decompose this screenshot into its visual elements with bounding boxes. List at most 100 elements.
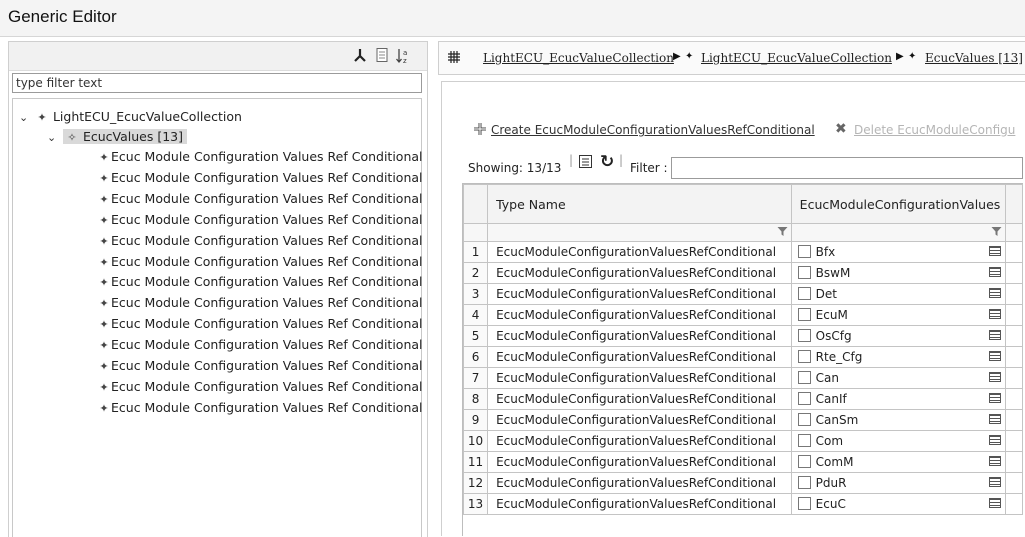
create-plus-icon[interactable] (473, 122, 487, 139)
table-browse-icon[interactable] (988, 498, 1001, 508)
column-header-ecuc-values[interactable]: EcucModuleConfigurationValues (790, 184, 1006, 224)
reference-checkbox-icon[interactable] (797, 245, 811, 258)
module-value-cell[interactable]: EcuC (790, 493, 1006, 515)
table-browse-icon[interactable] (988, 456, 1001, 466)
reference-checkbox-icon[interactable] (797, 455, 811, 468)
module-value-cell[interactable]: OsCfg (790, 325, 1006, 347)
type-name-cell[interactable]: EcucModuleConfigurationValuesRefConditio… (487, 451, 792, 473)
type-name-cell[interactable]: EcucModuleConfigurationValuesRefConditio… (487, 241, 792, 263)
tree-leaf-item[interactable]: ✦ Ecuc Module Configuration Values Ref Co… (97, 377, 422, 397)
table-row[interactable]: 4 EcucModuleConfigurationValuesRefConditi… (463, 304, 1023, 326)
tree-leaf-item[interactable]: ✦ Ecuc Module Configuration Values Ref Co… (97, 252, 422, 272)
table-row[interactable]: 12 EcucModuleConfigurationValuesRefCondit… (463, 472, 1023, 494)
table-row[interactable]: 1 EcucModuleConfigurationValuesRefConditi… (463, 241, 1023, 263)
funnel-icon[interactable] (777, 226, 788, 240)
collapse-tree-icon[interactable] (351, 47, 369, 65)
tree-leaf-item[interactable]: ✦ Ecuc Module Configuration Values Ref Co… (97, 314, 422, 334)
table-row[interactable]: 11 EcucModuleConfigurationValuesRefCondit… (463, 451, 1023, 473)
module-value-cell[interactable]: BswM (790, 262, 1006, 284)
delete-x-icon[interactable]: ✖ (835, 121, 847, 137)
module-value-cell[interactable]: PduR (790, 472, 1006, 494)
table-filter-input[interactable] (672, 158, 1025, 180)
type-name-cell[interactable]: EcucModuleConfigurationValuesRefConditio… (487, 430, 792, 452)
breadcrumb-item-ecucvalues[interactable]: EcucValues [13] (925, 51, 1023, 65)
module-value-cell[interactable]: Rte_Cfg (790, 346, 1006, 368)
breadcrumb-item-collection-2[interactable]: LightECU_EcucValueCollection (701, 51, 892, 65)
type-name-cell[interactable]: EcucModuleConfigurationValuesRefConditio… (487, 325, 792, 347)
tree-leaf-item[interactable]: ✦ Ecuc Module Configuration Values Ref Co… (97, 272, 422, 292)
table-browse-icon[interactable] (988, 435, 1001, 445)
table-browse-icon[interactable] (988, 351, 1001, 361)
type-name-cell[interactable]: EcucModuleConfigurationValuesRefConditio… (487, 409, 792, 431)
refresh-icon[interactable]: ↻ (600, 152, 614, 172)
module-value-cell[interactable]: ComM (790, 451, 1006, 473)
tree-leaf-item[interactable]: ✦ Ecuc Module Configuration Values Ref Co… (97, 356, 422, 376)
table-browse-icon[interactable] (988, 372, 1001, 382)
type-name-cell[interactable]: EcucModuleConfigurationValuesRefConditio… (487, 472, 792, 494)
module-value-cell[interactable]: EcuM (790, 304, 1006, 326)
create-button[interactable]: Create EcucModuleConfigurationValuesRefC… (491, 123, 815, 137)
type-name-cell[interactable]: EcucModuleConfigurationValuesRefConditio… (487, 283, 792, 305)
type-name-cell[interactable]: EcucModuleConfigurationValuesRefConditio… (487, 493, 792, 515)
table-row[interactable]: 9 EcucModuleConfigurationValuesRefConditi… (463, 409, 1023, 431)
table-row[interactable]: 7 EcucModuleConfigurationValuesRefConditi… (463, 367, 1023, 389)
module-value-cell[interactable]: CanSm (790, 409, 1006, 431)
chevron-down-icon[interactable]: ⌄ (19, 108, 31, 128)
column-filter-type-name[interactable] (487, 223, 792, 242)
table-browse-icon[interactable] (988, 414, 1001, 424)
tree-leaf-item[interactable]: ✦ Ecuc Module Configuration Values Ref Co… (97, 398, 422, 418)
reference-checkbox-icon[interactable] (797, 476, 811, 489)
export-icon[interactable] (578, 154, 593, 172)
tree-leaf-item[interactable]: ✦ Ecuc Module Configuration Values Ref Co… (97, 231, 422, 251)
reference-checkbox-icon[interactable] (797, 329, 811, 342)
module-value-cell[interactable]: Com (790, 430, 1006, 452)
type-name-cell[interactable]: EcucModuleConfigurationValuesRefConditio… (487, 262, 792, 284)
tree-leaf-item[interactable]: ✦ Ecuc Module Configuration Values Ref Co… (97, 168, 422, 188)
tree-leaf-item[interactable]: ✦ Ecuc Module Configuration Values Ref Co… (97, 210, 422, 230)
chevron-down-icon[interactable]: ⌄ (47, 128, 59, 148)
reference-checkbox-icon[interactable] (797, 497, 811, 510)
sort-az-icon[interactable]: az (395, 47, 413, 65)
tree-leaf-item[interactable]: ✦ Ecuc Module Configuration Values Ref Co… (97, 147, 422, 167)
reference-checkbox-icon[interactable] (797, 392, 811, 405)
reference-checkbox-icon[interactable] (797, 287, 811, 300)
table-browse-icon[interactable] (988, 288, 1001, 298)
module-value-cell[interactable]: Det (790, 283, 1006, 305)
breadcrumb-item-collection[interactable]: LightECU_EcucValueCollection (483, 51, 674, 65)
module-value-cell[interactable]: Can (790, 367, 1006, 389)
table-row[interactable]: 13 EcucModuleConfigurationValuesRefCondit… (463, 493, 1023, 515)
column-header-type-name[interactable]: Type Name (487, 184, 792, 224)
table-browse-icon[interactable] (988, 393, 1001, 403)
table-browse-icon[interactable] (988, 330, 1001, 340)
type-name-cell[interactable]: EcucModuleConfigurationValuesRefConditio… (487, 388, 792, 410)
tree-node-root[interactable]: ⌄ ✦ LightECU_EcucValueCollection (19, 107, 242, 127)
type-name-cell[interactable]: EcucModuleConfigurationValuesRefConditio… (487, 304, 792, 326)
table-row[interactable]: 8 EcucModuleConfigurationValuesRefConditi… (463, 388, 1023, 410)
table-row[interactable]: 2 EcucModuleConfigurationValuesRefConditi… (463, 262, 1023, 284)
reference-checkbox-icon[interactable] (797, 308, 811, 321)
delete-button[interactable]: Delete EcucModuleConfigu (854, 123, 1015, 137)
table-row[interactable]: 3 EcucModuleConfigurationValuesRefConditi… (463, 283, 1023, 305)
tree-leaf-item[interactable]: ✦ Ecuc Module Configuration Values Ref Co… (97, 189, 422, 209)
type-name-cell[interactable]: EcucModuleConfigurationValuesRefConditio… (487, 346, 792, 368)
reference-checkbox-icon[interactable] (797, 371, 811, 384)
type-name-cell[interactable]: EcucModuleConfigurationValuesRefConditio… (487, 367, 792, 389)
reference-checkbox-icon[interactable] (797, 266, 811, 279)
reference-checkbox-icon[interactable] (797, 413, 811, 426)
module-value-cell[interactable]: Bfx (790, 241, 1006, 263)
table-browse-icon[interactable] (988, 267, 1001, 277)
reference-checkbox-icon[interactable] (797, 434, 811, 447)
funnel-icon[interactable] (991, 226, 1002, 240)
tree-filter-input[interactable] (13, 74, 421, 92)
table-browse-icon[interactable] (988, 477, 1001, 487)
module-value-cell[interactable]: CanIf (790, 388, 1006, 410)
reference-checkbox-icon[interactable] (797, 350, 811, 363)
table-row[interactable]: 10 EcucModuleConfigurationValuesRefCondit… (463, 430, 1023, 452)
tree-leaf-item[interactable]: ✦ Ecuc Module Configuration Values Ref Co… (97, 335, 422, 355)
column-filter-ecuc-values[interactable] (790, 223, 1006, 242)
tree-node-ecucvalues[interactable]: ⌄ ✧ EcucValues [13] (47, 127, 188, 148)
table-browse-icon[interactable] (988, 309, 1001, 319)
document-icon[interactable] (373, 47, 391, 65)
tree-leaf-item[interactable]: ✦ Ecuc Module Configuration Values Ref Co… (97, 293, 422, 313)
table-row[interactable]: 5 EcucModuleConfigurationValuesRefConditi… (463, 325, 1023, 347)
